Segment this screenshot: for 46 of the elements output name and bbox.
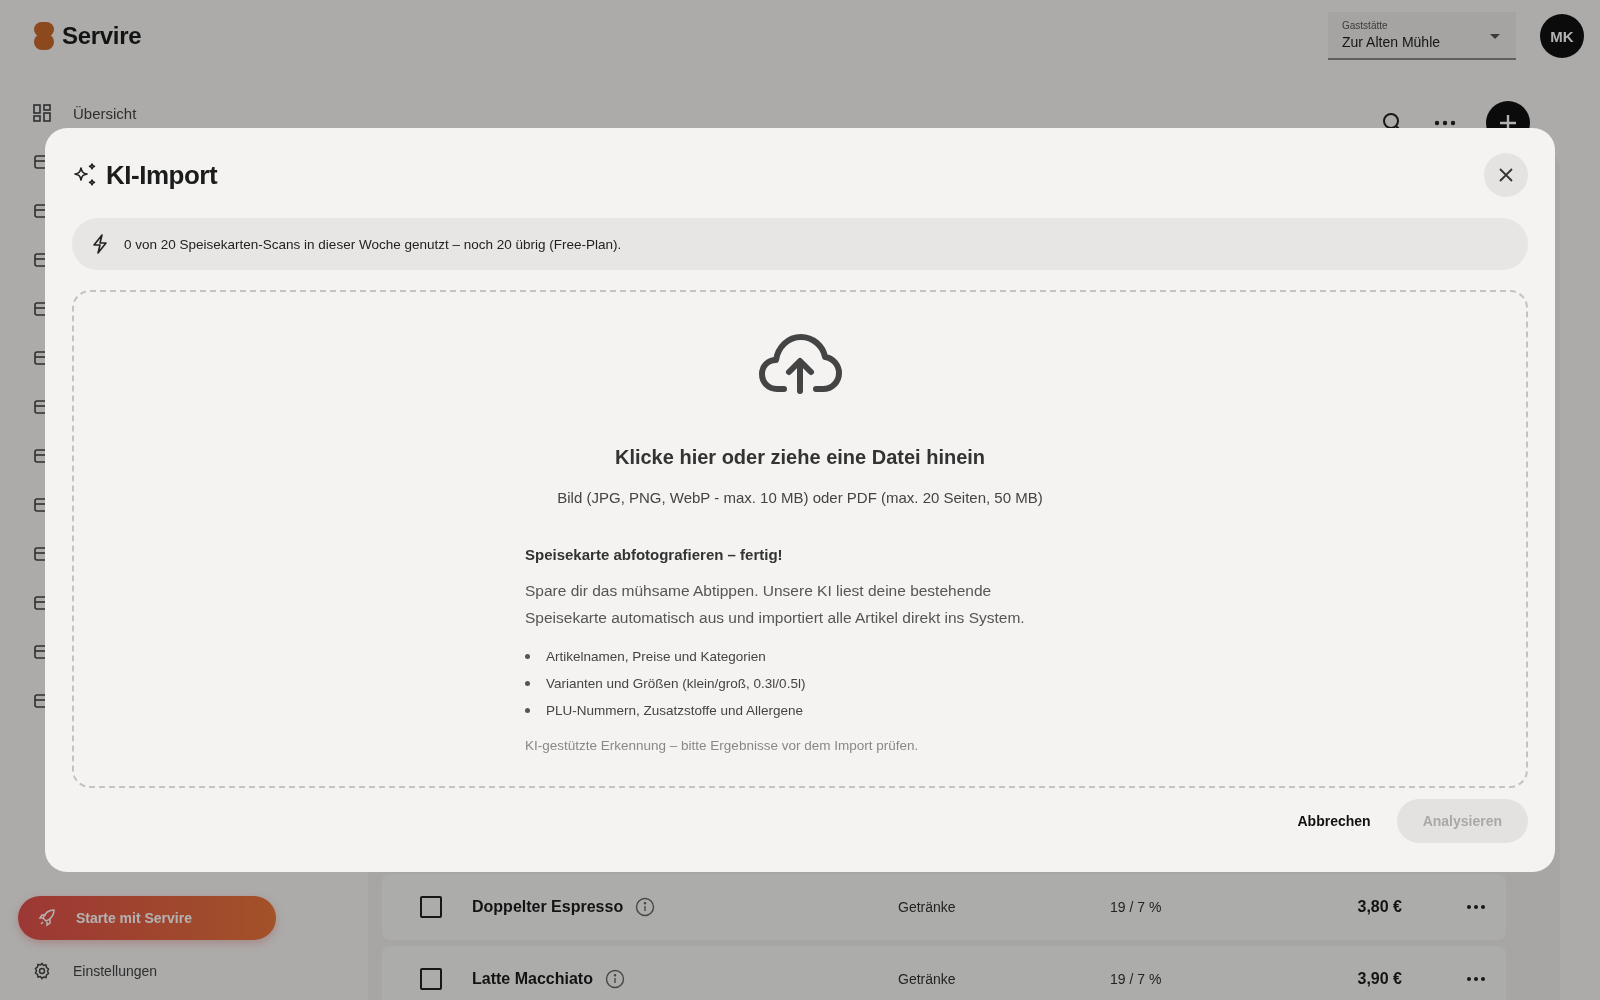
close-icon <box>1498 167 1514 183</box>
feature-item: Varianten und Größen (klein/groß, 0.3l/0.5l) <box>546 676 806 691</box>
caret-icon <box>1490 34 1500 39</box>
nav-item[interactable]: Übersicht <box>73 104 137 122</box>
feature-item: PLU-Nummern, Zusatzstoffe und Allergene <box>546 703 804 718</box>
more-icon[interactable] <box>1466 976 1486 982</box>
info-text: Spare dir das mühsame Abtippen. Unsere KI liest deine bestehende Speisekarte automatisch aus und importiert alle Artikel direkt ins System. <box>525 581 1026 628</box>
feature-item: Artikelnamen, Preise und Kategorien <box>546 649 766 664</box>
info-title: Speisekarte abfotografieren – fertig! <box>525 546 784 563</box>
item-name: Doppelter Espresso <box>472 898 624 916</box>
menu-item-row[interactable]: Doppelter Espresso Getränke 19 / 7 % 3,80 € <box>382 874 1506 940</box>
close-button[interactable] <box>1484 153 1528 197</box>
venue-select[interactable]: Gaststätte Zur Alten Mühle <box>1328 12 1516 60</box>
file-format-hint: Bild (JPG, PNG, WebP - max. 10 MB) oder PDF (max. 20 Seiten, 50 MB) <box>557 489 1043 506</box>
bullet-icon <box>525 681 530 686</box>
info-icon[interactable] <box>604 969 625 989</box>
rocket-icon <box>38 909 56 927</box>
settings-link[interactable]: Einstellungen <box>73 963 158 979</box>
nav-icon[interactable] <box>33 104 51 122</box>
more-icon[interactable] <box>1434 120 1456 126</box>
cancel-button[interactable]: Abbrechen <box>1293 799 1375 843</box>
checkbox[interactable] <box>420 896 442 918</box>
logo-icon <box>34 22 54 50</box>
item-price: 3,80 € <box>1356 898 1402 916</box>
lightning-icon <box>92 234 108 254</box>
checkbox[interactable] <box>420 968 442 990</box>
info-icon[interactable] <box>635 897 656 917</box>
bullet-icon <box>525 654 530 659</box>
item-name: Latte Macchiato <box>472 970 593 988</box>
bullet-icon <box>525 708 530 713</box>
user-avatar[interactable]: MK <box>1540 14 1584 58</box>
dialog-title: KI-Import <box>106 159 218 191</box>
disclaimer: KI-gestützte Erkennung – bitte Ergebnisse vor dem Import prüfen. <box>525 738 920 753</box>
item-price: 3,90 € <box>1356 970 1402 988</box>
menu-item-row[interactable]: Latte Macchiato Getränke 19 / 7 % 3,90 € <box>382 946 1506 1000</box>
usage-text: 0 von 20 Speisekarten-Scans in dieser Woche genutzt – noch 20 übrig (Free-Plan). <box>124 236 622 252</box>
item-category: Getränke <box>898 971 957 987</box>
sparkle-icon <box>72 162 98 188</box>
more-icon[interactable] <box>1466 904 1486 910</box>
cloud-upload-icon <box>758 332 842 394</box>
item-tax-rate: 19 / 7 % <box>1110 971 1163 987</box>
dropzone-heading: Klicke hier oder ziehe eine Datei hinein <box>614 446 986 469</box>
item-category: Getränke <box>898 899 957 915</box>
settings-icon[interactable] <box>33 962 51 980</box>
item-tax-rate: 19 / 7 % <box>1110 899 1163 915</box>
brand-name: Servire <box>62 22 142 50</box>
